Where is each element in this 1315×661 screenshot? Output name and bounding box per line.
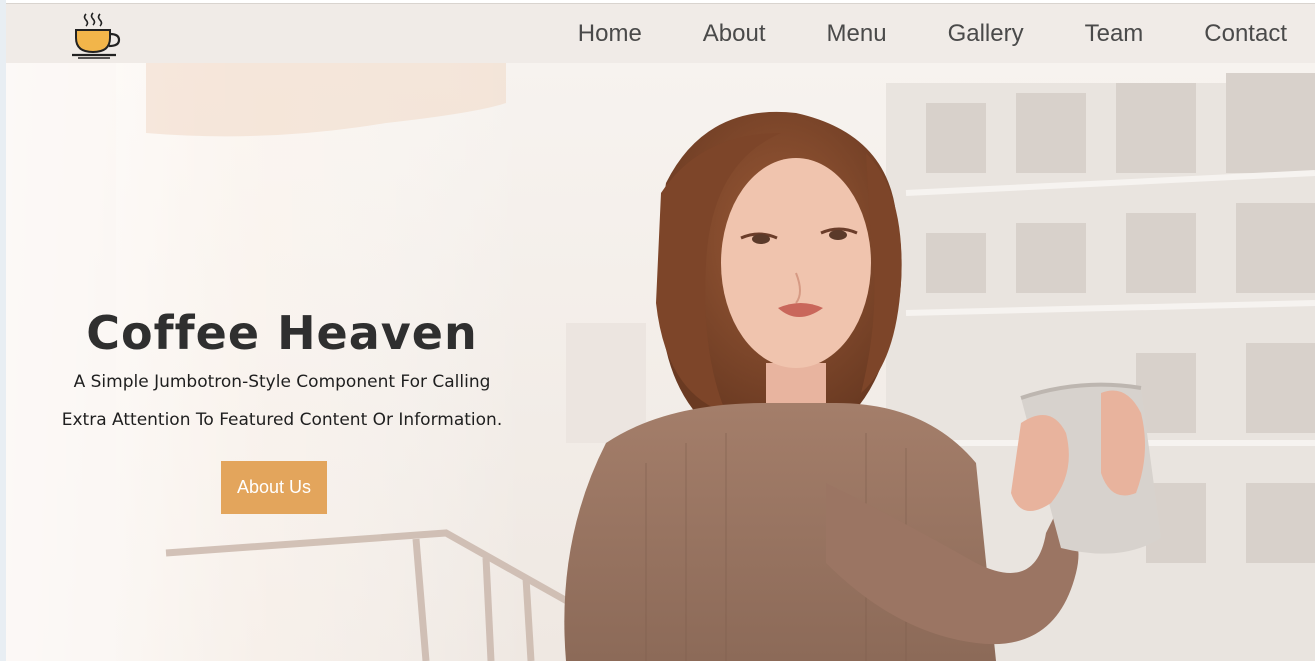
hero-subtitle-line-1: A Simple Jumbotron-Style Component For C… xyxy=(73,372,491,392)
hero-subtitle-line-2: Extra Attention To Featured Content Or I… xyxy=(61,410,503,430)
navbar: Home About Menu Gallery Team Contact xyxy=(6,3,1315,63)
nav-links: Home About Menu Gallery Team Contact xyxy=(578,4,1315,64)
hero-subtitle: A Simple Jumbotron-Style Component For C… xyxy=(6,363,558,439)
nav-item-team[interactable]: Team xyxy=(1085,20,1144,48)
nav-item-menu[interactable]: Menu xyxy=(827,20,887,48)
about-us-button[interactable]: About Us xyxy=(221,461,327,514)
nav-item-gallery[interactable]: Gallery xyxy=(948,20,1024,48)
nav-item-home[interactable]: Home xyxy=(578,20,642,48)
nav-item-about[interactable]: About xyxy=(703,20,766,48)
hero-section: Coffee Heaven A Simple Jumbotron-Style C… xyxy=(6,63,1315,661)
hero-title: Coffee Heaven xyxy=(86,305,478,360)
nav-item-contact[interactable]: Contact xyxy=(1204,20,1287,48)
page: Home About Menu Gallery Team Contact Cof… xyxy=(0,0,1315,661)
coffee-cup-icon[interactable] xyxy=(70,10,122,60)
hero-background-image xyxy=(6,63,1315,661)
